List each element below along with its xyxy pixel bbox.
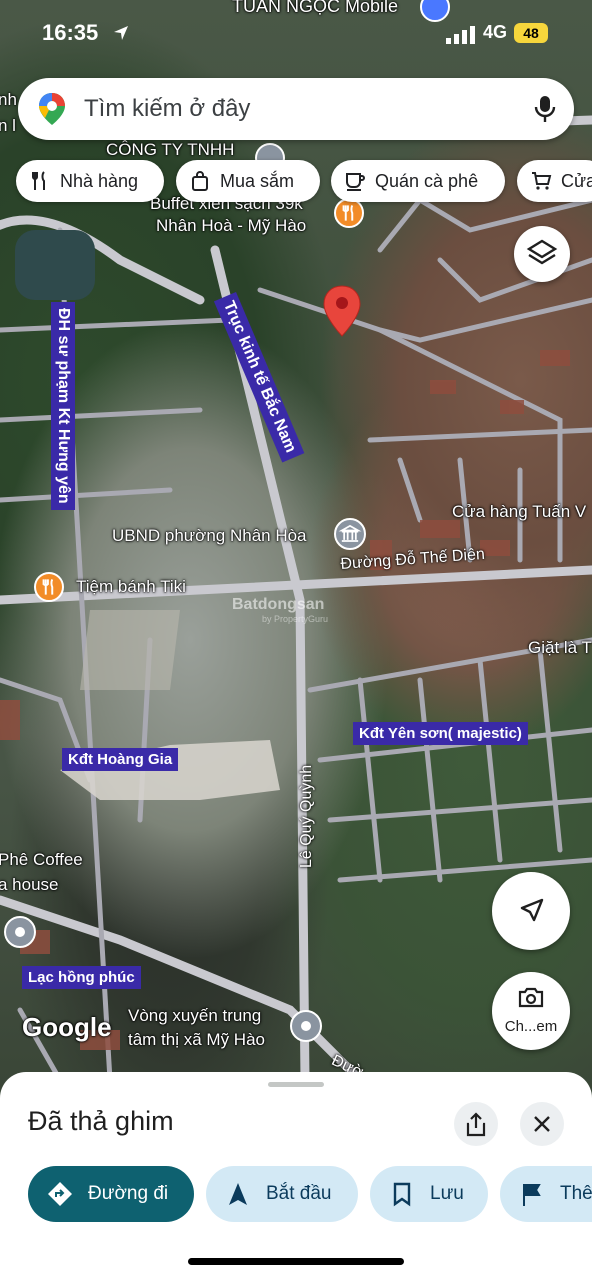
share-button[interactable] (454, 1102, 498, 1146)
road-label-le-quy-quynh: Lê Quý Quỳnh (298, 764, 315, 868)
google-logo: Google (22, 1012, 112, 1042)
shopping-bag-icon (192, 171, 208, 191)
road-label-dh-su-pham: ĐH sư phạm Kt Hưng yên (51, 302, 75, 510)
area-tag-lac-hong: Lạc hồng phúc (22, 966, 141, 989)
chip-label: Cửa (561, 170, 592, 191)
map-poi-top-icon[interactable] (420, 0, 450, 22)
map-label-shop-tuan: Cửa hàng Tuấn V (452, 502, 587, 521)
action-label: Đường đi (88, 1183, 169, 1204)
coffee-icon (346, 173, 365, 191)
navigation-arrow-icon (520, 898, 544, 922)
add-label-button[interactable]: Thê (500, 1166, 592, 1222)
action-label: Thê (560, 1183, 592, 1204)
watermark-propertyguru: by PropertyGuru (262, 614, 329, 624)
place-poi-icon-2[interactable] (4, 916, 36, 948)
chip-label: Quán cà phê (375, 170, 479, 191)
watermark-batdongsan: Batdongsan (232, 596, 325, 613)
chip-restaurants[interactable]: Nhà hàng (16, 160, 164, 202)
save-button[interactable]: Lưu (370, 1166, 488, 1222)
microphone-icon[interactable] (532, 94, 558, 129)
restaurant-icon (32, 171, 45, 190)
map-label-ubnd: UBND phường Nhân Hòa (112, 526, 307, 545)
directions-icon (48, 1182, 72, 1206)
area-tag-hoang-gia: Kđt Hoàng Gia (62, 748, 179, 771)
action-label: Bắt đầu (266, 1183, 332, 1204)
restaurant-poi-icon[interactable] (334, 198, 364, 228)
cart-icon (532, 172, 552, 190)
close-button[interactable] (520, 1102, 564, 1146)
status-time: 16:35 (42, 20, 99, 45)
navigation-arrow-icon (229, 1183, 247, 1205)
flag-icon (523, 1184, 541, 1206)
map-label-partial-left-1: nh (0, 90, 17, 109)
my-location-button[interactable] (492, 872, 570, 950)
area-tag-yen-son: Kđt Yên sơn( majestic) (353, 722, 528, 745)
roundabout-poi-icon[interactable] (290, 1010, 322, 1042)
location-arrow-icon (112, 24, 130, 47)
layers-icon (526, 239, 558, 265)
sheet-title: Đã thả ghim (28, 1106, 174, 1136)
chip-shopping[interactable]: Mua sắm (176, 160, 320, 202)
camera-search-button[interactable]: Ch...em (492, 972, 570, 1050)
bakery-poi-icon[interactable] (34, 572, 64, 602)
action-label: Lưu (430, 1183, 464, 1204)
status-bar: 16:35 4G 48 (0, 0, 592, 70)
map-label-vong-xuyen-2: tâm thị xã Mỹ Hào (128, 1030, 265, 1049)
camera-button-label: Ch...em (504, 1018, 558, 1035)
layers-button[interactable] (514, 226, 570, 282)
chip-coffee[interactable]: Quán cà phê (331, 160, 505, 202)
bottom-sheet[interactable]: Đã thả ghim Đường đi Bắt đầu Lưu Thê (0, 1072, 592, 1280)
network-type: 4G (483, 22, 508, 42)
sheet-drag-handle[interactable] (268, 1082, 324, 1087)
start-button[interactable]: Bắt đầu (206, 1166, 358, 1222)
map-label-tiem-banh: Tiệm bánh Tiki (76, 577, 186, 596)
signal-bars-icon (446, 26, 476, 49)
map-label-a-house: a house (0, 875, 59, 894)
map-label-giat-la: Giặt là T (528, 638, 592, 657)
government-poi-icon[interactable] (334, 518, 366, 550)
chip-label: Nhà hàng (60, 170, 139, 191)
map-label-partial-left-2: n l (0, 116, 16, 135)
map-label-phe-coffee: Phê Coffee (0, 850, 83, 869)
battery-indicator: 48 (514, 23, 548, 43)
search-input[interactable]: Tìm kiếm ở đây (84, 95, 250, 123)
map-label-company: CÔNG TY TNHH (106, 140, 235, 159)
map-label-buffet-area: Nhân Hoà - Mỹ Hào (156, 216, 307, 235)
map-label-vong-xuyen-1: Vòng xuyến trung (128, 1006, 262, 1025)
close-icon (534, 1116, 550, 1132)
share-icon (466, 1112, 486, 1137)
chip-stores[interactable]: Cửa (517, 160, 592, 202)
home-indicator[interactable] (188, 1258, 404, 1265)
bookmark-icon (393, 1182, 411, 1207)
directions-button[interactable]: Đường đi (28, 1166, 194, 1222)
chip-label: Mua sắm (220, 170, 295, 191)
google-maps-pin-icon (38, 92, 66, 131)
search-bar[interactable]: Tìm kiếm ở đây (18, 78, 574, 140)
